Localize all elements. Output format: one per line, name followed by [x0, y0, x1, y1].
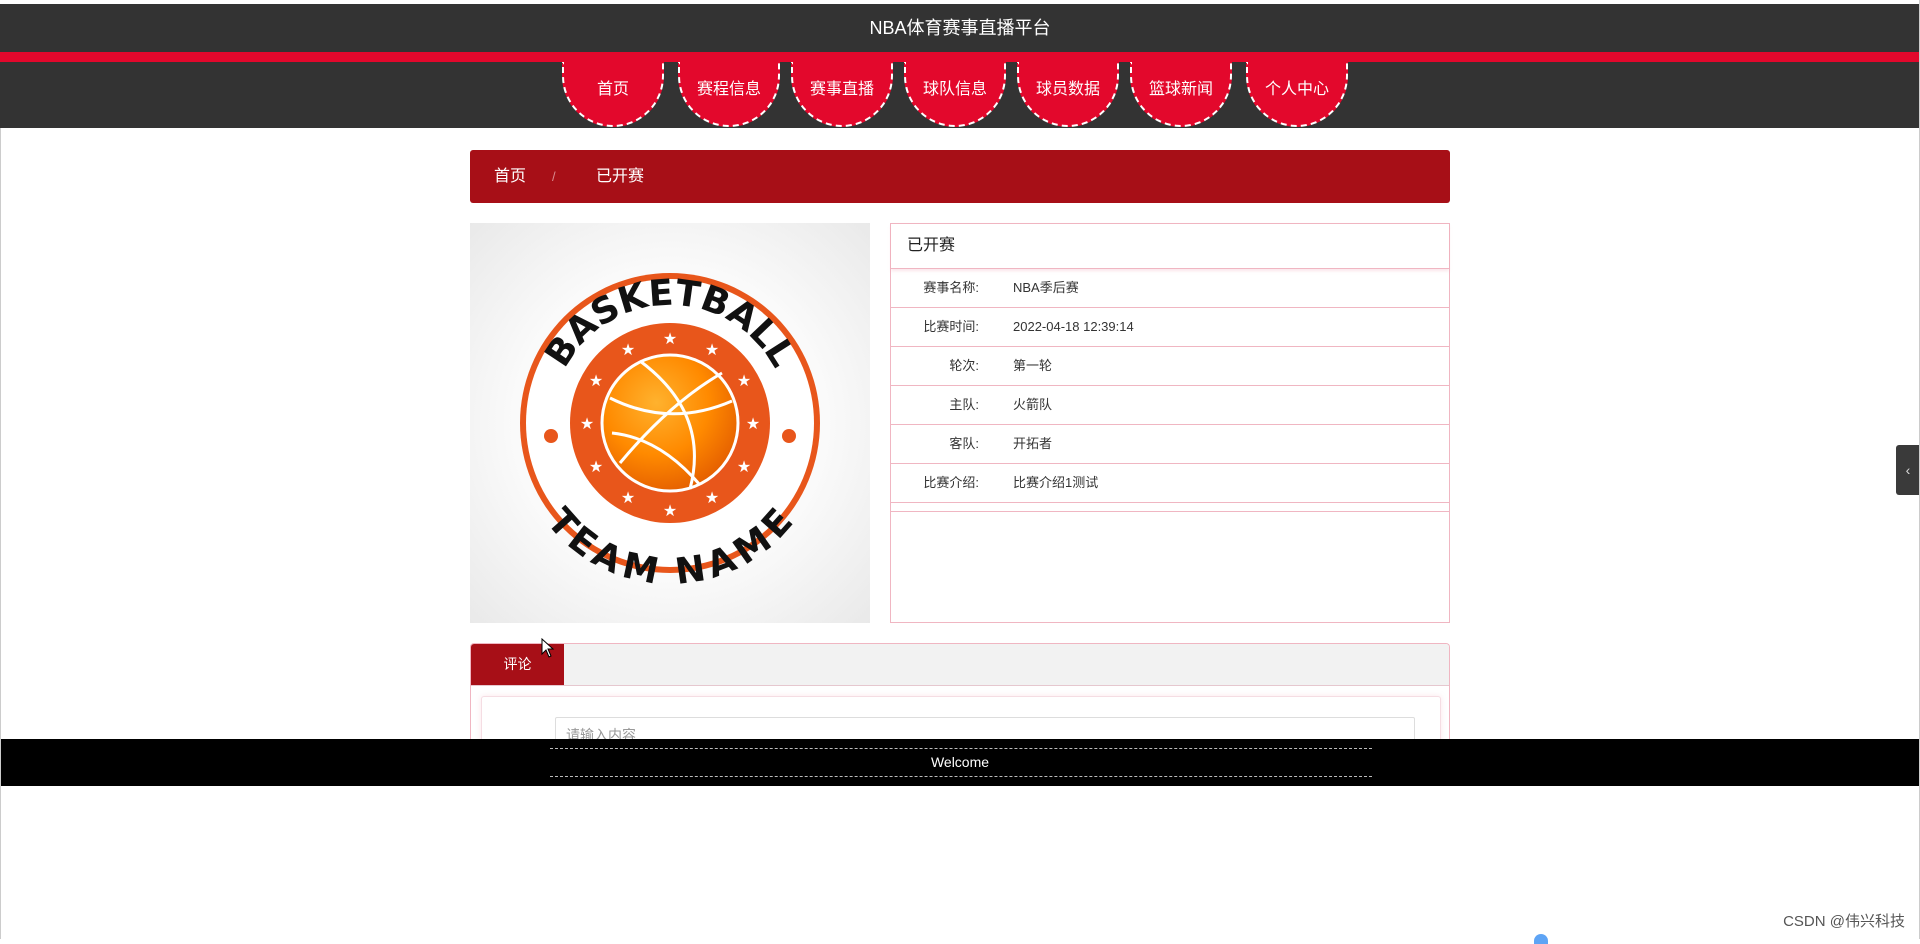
svg-text:★: ★: [737, 371, 751, 390]
detail-label: 比赛时间:: [923, 319, 979, 334]
detail-row-round: 轮次: 第一轮: [891, 347, 1449, 386]
details-title: 已开赛: [891, 224, 1449, 269]
breadcrumb: 首页 / 已开赛: [470, 150, 1450, 203]
detail-label: 主队:: [949, 397, 979, 412]
comment-tab-bar: 评论: [471, 644, 1449, 686]
svg-text:★: ★: [705, 340, 719, 359]
details-divider: [891, 503, 1449, 512]
nav-item-news[interactable]: 篮球新闻: [1130, 62, 1232, 127]
page-left-border: [0, 128, 1, 939]
nav-item-schedule[interactable]: 赛程信息: [678, 62, 780, 127]
footer-divider-bottom: [550, 776, 1372, 777]
detail-value: 比赛介绍1测试: [1013, 475, 1099, 490]
detail-row-introduction: 比赛介绍: 比赛介绍1测试: [891, 464, 1449, 503]
comment-input[interactable]: [555, 717, 1415, 739]
svg-text:★: ★: [621, 340, 635, 359]
detail-value: 火箭队: [1013, 397, 1053, 412]
svg-text:★: ★: [621, 488, 635, 507]
detail-value: 第一轮: [1013, 358, 1053, 373]
breadcrumb-home-link[interactable]: 首页: [494, 150, 526, 203]
detail-value: NBA季后赛: [1013, 280, 1079, 295]
nav-item-player-stats[interactable]: 球员数据: [1017, 62, 1119, 127]
detail-label: 赛事名称:: [923, 280, 979, 295]
nav-item-profile[interactable]: 个人中心: [1246, 62, 1348, 127]
watermark: CSDN @伟兴科技: [1783, 913, 1905, 930]
header-accent-stripe: [0, 52, 1920, 62]
footer-welcome-text: Welcome: [930, 754, 990, 770]
svg-text:★: ★: [705, 488, 719, 507]
detail-row-event-name: 赛事名称: NBA季后赛: [891, 269, 1449, 308]
svg-text:★: ★: [589, 457, 603, 476]
basketball-team-logo: ★ ★ ★ ★ ★ ★ ★ ★ ★ ★ ★ ★ BASKETBALL TEAM …: [520, 273, 820, 593]
detail-row-away-team: 客队: 开拓者: [891, 425, 1449, 464]
svg-text:★: ★: [663, 329, 677, 348]
detail-label: 比赛介绍:: [923, 475, 979, 490]
detail-label: 轮次:: [949, 358, 979, 373]
comment-section: 评论: [470, 643, 1450, 739]
svg-text:★: ★: [589, 371, 603, 390]
chevron-left-icon[interactable]: ‹: [1896, 445, 1920, 495]
nav-item-teams[interactable]: 球队信息: [904, 62, 1006, 127]
match-details-panel: 已开赛 赛事名称: NBA季后赛 比赛时间: 2022-04-18 12:39:…: [890, 223, 1450, 623]
top-header: NBA体育赛事直播平台 首页 赛程信息 赛事直播 球队信息 球员数据 篮球新闻 …: [0, 4, 1920, 128]
detail-value: 2022-04-18 12:39:14: [1013, 319, 1134, 334]
breadcrumb-separator: /: [552, 169, 556, 184]
detail-row-home-team: 主队: 火箭队: [891, 386, 1449, 425]
floating-widget-icon[interactable]: [1534, 934, 1548, 944]
mouse-cursor-icon: [541, 638, 555, 658]
nav-item-home[interactable]: 首页: [562, 62, 664, 127]
comment-form: [481, 696, 1441, 739]
site-title: NBA体育赛事直播平台: [869, 18, 1051, 38]
svg-text:★: ★: [663, 501, 677, 520]
match-image: ★ ★ ★ ★ ★ ★ ★ ★ ★ ★ ★ ★ BASKETBALL TEAM …: [470, 223, 870, 623]
detail-row-match-time: 比赛时间: 2022-04-18 12:39:14: [891, 308, 1449, 347]
breadcrumb-current: 已开赛: [596, 168, 645, 185]
svg-text:★: ★: [580, 414, 594, 433]
detail-value: 开拓者: [1013, 436, 1053, 451]
footer: Welcome: [0, 739, 1920, 786]
nav-item-live[interactable]: 赛事直播: [791, 62, 893, 127]
svg-text:★: ★: [746, 414, 760, 433]
svg-text:★: ★: [737, 457, 751, 476]
detail-label: 客队:: [949, 436, 979, 451]
